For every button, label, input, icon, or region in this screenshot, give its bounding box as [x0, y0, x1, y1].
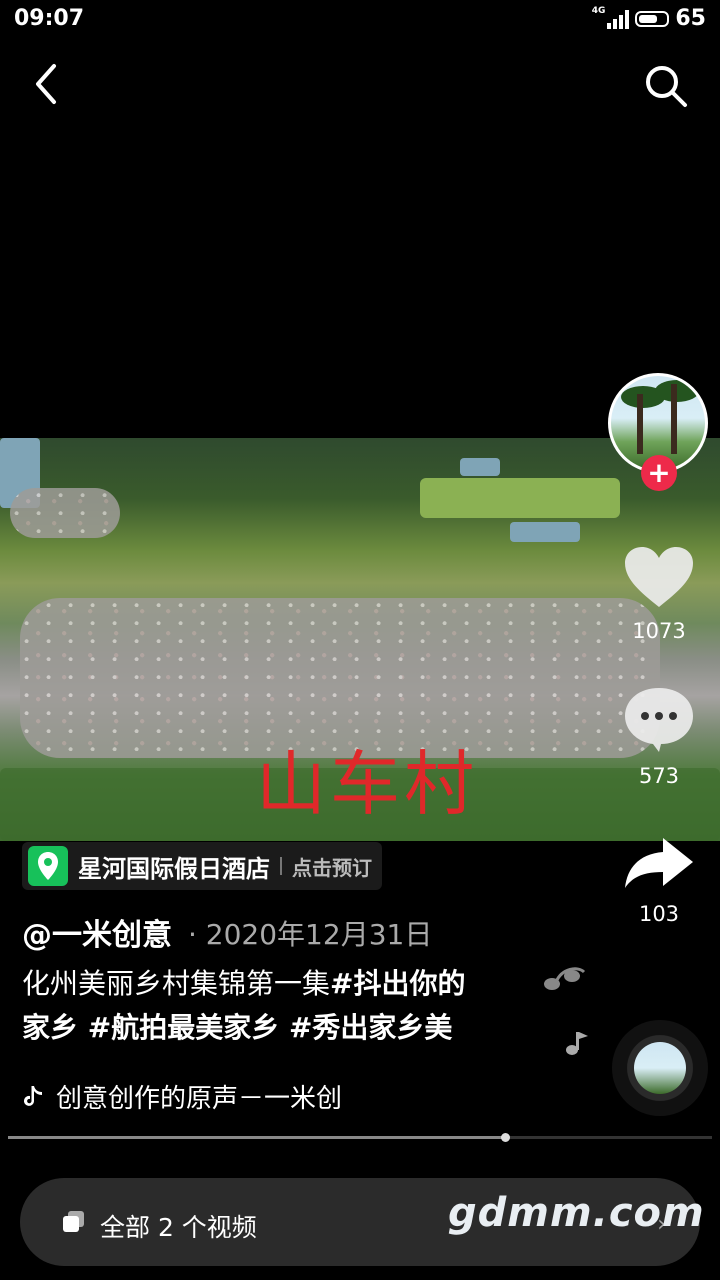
status-bar: 09:07 4G 65 [0, 0, 720, 40]
like-count: 1073 [632, 619, 686, 643]
battery-icon [635, 10, 670, 27]
hashtag-links[interactable]: 家乡 #航拍最美家乡 #秀出家乡美 [22, 1011, 452, 1044]
divider [280, 857, 282, 875]
tiktok-note-icon [24, 1085, 42, 1106]
location-pin-icon [28, 846, 68, 886]
share-arrow-icon [625, 838, 693, 888]
location-name: 星河国际假日酒店 [78, 854, 270, 883]
hashtag-link[interactable]: #抖出你的 [330, 967, 465, 1000]
watermark: gdmm.com [448, 1190, 705, 1236]
network-type: 4G [591, 5, 606, 16]
village-image-detail [10, 488, 120, 538]
location-tag[interactable]: 星河国际假日酒店 点击预订 [22, 842, 382, 890]
status-time: 09:07 [14, 6, 85, 31]
music-disc[interactable] [612, 1020, 708, 1116]
video-overlay-title: 山车村 [256, 743, 478, 825]
heart-icon [625, 547, 693, 607]
book-now-link[interactable]: 点击预订 [292, 852, 372, 881]
back-arrow-icon [36, 64, 56, 104]
video-progress-bar[interactable] [8, 1133, 712, 1142]
comment-button[interactable]: 573 [619, 686, 699, 788]
music-note-icon [566, 1032, 588, 1055]
search-button[interactable] [642, 62, 690, 110]
progress-fill [8, 1136, 505, 1139]
avatar-tree-detail [671, 384, 677, 454]
pond-image-detail [510, 522, 580, 542]
share-button[interactable]: 103 [619, 834, 699, 926]
author-name[interactable]: @一米创意 [22, 910, 172, 954]
status-indicators: 4G 65 [591, 5, 706, 32]
share-count: 103 [638, 902, 680, 926]
follow-button[interactable]: + [641, 455, 677, 491]
like-button[interactable]: 1073 [619, 545, 699, 643]
music-disc-cover [634, 1042, 686, 1094]
signal-icon [607, 9, 630, 29]
music-note-icon [544, 967, 586, 990]
avatar-tree-detail [655, 380, 699, 402]
collection-label: 全部 2 个视频 [100, 1213, 257, 1242]
progress-handle[interactable] [501, 1133, 510, 1142]
music-info[interactable]: 创意创作的原声－一米创 [22, 1078, 342, 1115]
comment-icon [625, 688, 693, 752]
search-icon [646, 66, 687, 107]
post-description: 化州美丽乡村集锦第一集#抖出你的 家乡 #航拍最美家乡 #秀出家乡美 [22, 962, 552, 1050]
avatar-tree-detail [637, 394, 643, 454]
post-date: · 2020年12月31日 [188, 918, 433, 951]
description-text: 化州美丽乡村集锦第一集 [22, 967, 331, 1000]
battery-level: 65 [675, 6, 706, 31]
comment-count: 573 [638, 764, 680, 788]
music-title: 创意创作的原声－一米创 [56, 1084, 343, 1114]
pond-image-detail [460, 458, 500, 476]
field-image-detail [420, 478, 620, 518]
collection-icon [63, 1211, 84, 1232]
back-button[interactable] [28, 62, 68, 106]
